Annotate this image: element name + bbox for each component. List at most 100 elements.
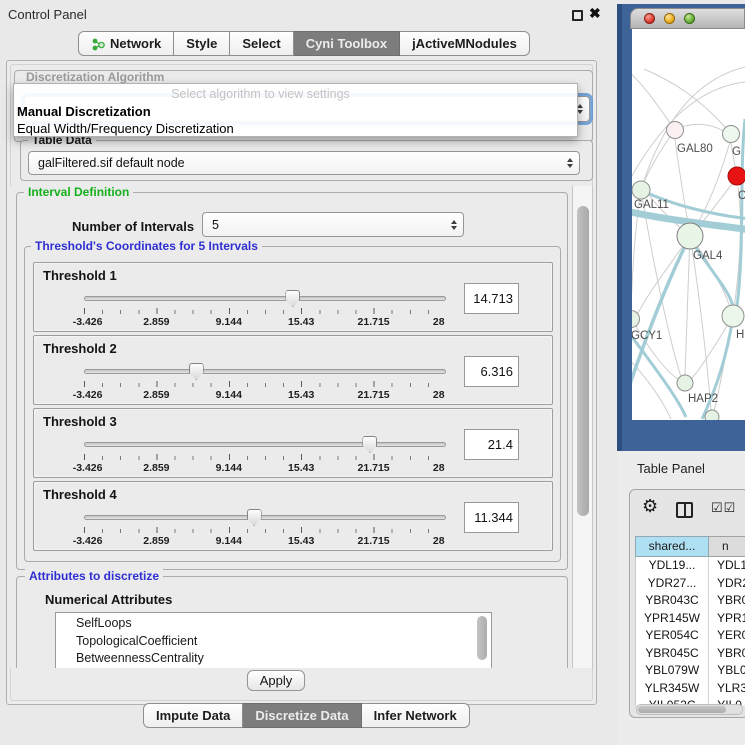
table-data-select[interactable]: galFiltered.sif default node [28,151,580,175]
close-traffic-light-icon[interactable] [644,13,655,24]
tab-cyni-toolbox[interactable]: Cyni Toolbox [294,31,400,56]
threshold-3-value-field[interactable]: 21.4 [464,429,519,460]
settings-scroll-area: Interval Definition Number of Intervals … [9,186,595,668]
interval-definition-group-title: Interval Definition [24,186,133,199]
slider-thumb[interactable] [247,509,262,526]
node-attribute-table: shared... n YDL19...YDL1 YDR27...YDR2 YB… [635,536,745,705]
threshold-1-value-field[interactable]: 14.713 [464,283,519,314]
threshold-list: Threshold 1 -3.4262.8599.14415.4321.7152… [33,262,553,554]
table-row[interactable]: YBL079WYBL0 [636,662,745,680]
network-node[interactable] [632,181,650,199]
tab-style[interactable]: Style [174,31,230,56]
slider-track [84,442,446,447]
zoom-traffic-light-icon[interactable] [684,13,695,24]
threshold-2-slider[interactable]: -3.4262.8599.14415.4321.71528 [84,366,446,402]
threshold-panel-2: Threshold 2 -3.4262.8599.14415.4321.7152… [33,335,553,405]
tab-network[interactable]: Network [78,31,174,56]
network-window-titlebar[interactable] [630,8,745,29]
network-node[interactable] [723,126,740,143]
network-node[interactable] [722,305,744,327]
network-node[interactable] [677,223,703,249]
svg-text:GAL80: GAL80 [677,143,713,155]
float-window-icon[interactable] [572,10,583,21]
combo-stepper-icon [451,220,457,230]
cyni-bottom-tabs: Impute Data Discretize Data Infer Networ… [143,703,470,728]
threshold-4-slider[interactable]: -3.4262.8599.14421.71515.4328 [84,512,446,548]
network-node[interactable] [677,375,693,391]
checkbox-icons[interactable]: ☑☑ [711,500,736,516]
slider-track [84,369,446,374]
number-of-intervals-value: 5 [212,218,219,232]
threshold-3-slider[interactable]: -3.4262.8599.14415.4321.71528 [84,439,446,475]
svg-text:GAL11: GAL11 [634,199,669,211]
table-rows: YDL19...YDL1 YDR27...YDR2 YBR043CYBR0 YP… [635,557,745,705]
tab-label: Network [110,36,161,51]
table-row[interactable]: YBR043CYBR0 [636,592,745,610]
numerical-attributes-label: Numerical Attributes [45,592,172,607]
list-item[interactable]: SelfLoops [76,615,491,633]
algorithm-placeholder-option[interactable]: Select algorithm to view settings [14,87,577,104]
apply-button[interactable]: Apply [247,670,305,691]
list-item[interactable]: TopologicalCoefficient [76,633,491,651]
algorithm-dropdown-popup: Select algorithm to view settings Manual… [13,83,578,137]
svg-text:HAP2: HAP2 [688,393,718,405]
table-horizontal-scrollbar[interactable] [636,704,743,715]
application-window: Control Panel ✖ Network Style Select Cyn… [0,0,745,745]
table-row[interactable]: YBR045CYBR0 [636,645,745,663]
svg-text:GCY1: GCY1 [632,330,662,342]
combo-stepper-icon [567,158,573,168]
number-of-intervals-label: Number of Intervals [72,219,194,234]
threshold-1-slider[interactable]: -3.4262.8599.14415.4321.71528 [84,293,446,329]
list-item[interactable]: BetweennessCentrality [76,650,491,668]
slider-track [84,296,446,301]
tab-select[interactable]: Select [230,31,293,56]
table-row[interactable]: YPR145WYPR1 [636,610,745,628]
slider-thumb[interactable] [362,436,377,453]
scrollbar-thumb[interactable] [638,706,726,713]
column-header-name[interactable]: n [709,536,745,557]
slider-major-ticks [84,454,446,460]
minimize-traffic-light-icon[interactable] [664,13,675,24]
table-panel-title: Table Panel [637,461,705,476]
slider-tick-labels: -3.4262.8599.14415.4321.71528 [84,462,446,474]
tab-jactivemnodules[interactable]: jActiveMNodules [400,31,530,56]
slider-major-ticks [84,381,446,387]
slider-thumb[interactable] [285,290,300,307]
network-node[interactable] [705,410,719,420]
columns-icon[interactable] [676,502,693,518]
threshold-panel-1: Threshold 1 -3.4262.8599.14415.4321.7152… [33,262,553,332]
table-row[interactable]: YLR345WYLR3 [636,680,745,698]
network-node-selected[interactable] [728,167,745,185]
threshold-2-value-field[interactable]: 6.316 [464,356,519,387]
tab-impute-data[interactable]: Impute Data [143,703,243,728]
control-panel-tabs: Network Style Select Cyni Toolbox jActiv… [78,31,530,56]
svg-text:G: G [732,146,741,158]
slider-major-ticks [84,308,446,314]
column-header-shared-name[interactable]: shared... [635,536,709,557]
svg-text:C: C [738,190,745,202]
attributes-group-title: Attributes to discretize [25,569,163,583]
svg-text:GAL4: GAL4 [693,250,723,262]
network-canvas[interactable]: GAL80 G C GAL11 GAL4 GCY1 H HAP2 [632,29,745,420]
list-scrollbar[interactable] [477,616,487,660]
option-manual-discretization[interactable]: Manual Discretization [14,104,577,121]
table-row[interactable]: YDR27...YDR2 [636,575,745,593]
option-equal-width-frequency[interactable]: Equal Width/Frequency Discretization [14,121,577,138]
scrollbar-thumb[interactable] [577,206,589,516]
table-row[interactable]: YER054CYER0 [636,627,745,645]
tab-discretize-data[interactable]: Discretize Data [243,703,361,728]
number-of-intervals-select[interactable]: 5 [202,212,464,237]
close-icon[interactable]: ✖ [589,5,601,22]
gear-icon[interactable]: ⚙ [642,496,658,517]
thresholds-group-title: Threshold's Coordinates for 5 Intervals [31,239,262,253]
slider-thumb[interactable] [189,363,204,380]
threshold-panel-4: Threshold 4 -3.4262.8599.14421.71515.432… [33,481,553,551]
network-node[interactable] [667,122,684,139]
network-icon [91,37,105,51]
tab-infer-network[interactable]: Infer Network [362,703,470,728]
table-row[interactable]: YDL19...YDL1 [636,557,745,575]
settings-vertical-scrollbar[interactable] [572,186,593,668]
threshold-4-value-field[interactable]: 11.344 [464,502,519,533]
svg-text:H: H [736,329,744,341]
slider-tick-labels: -3.4262.8599.14415.4321.71528 [84,389,446,401]
